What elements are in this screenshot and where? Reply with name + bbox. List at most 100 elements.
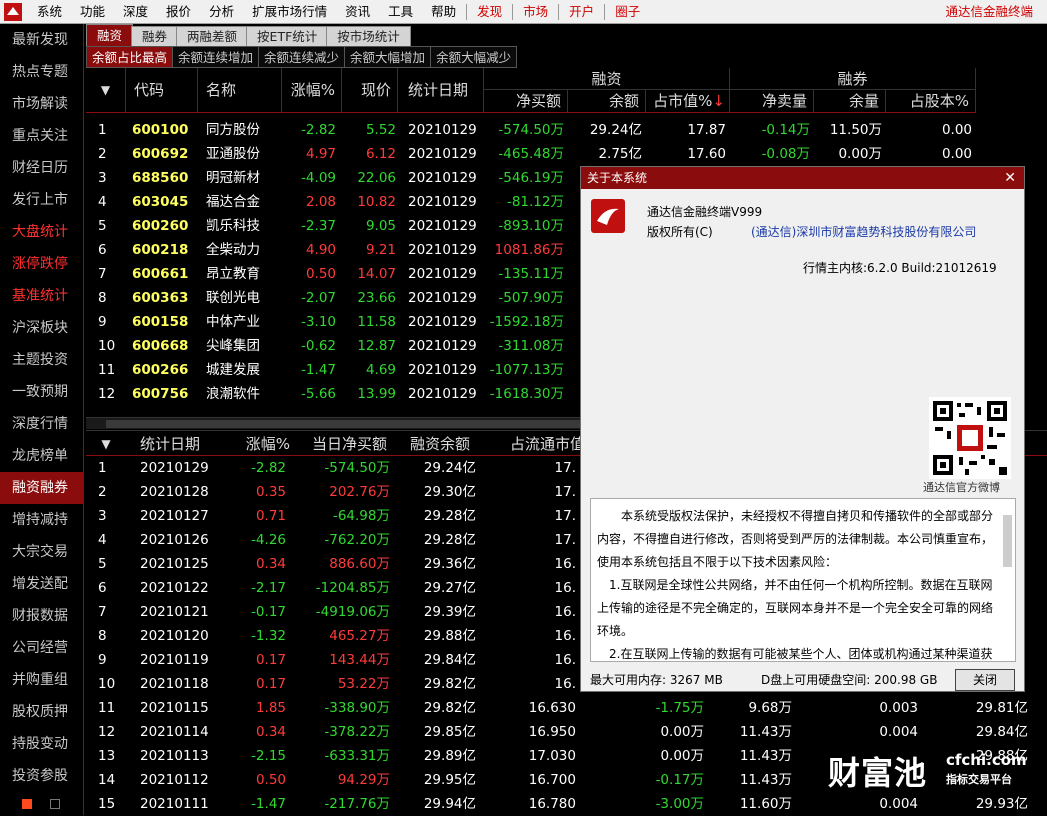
header-code[interactable]: 代码 xyxy=(126,68,198,113)
sidebar-item[interactable]: 增发送配 xyxy=(0,568,83,600)
cell-change: -4.26 xyxy=(251,532,286,548)
cell-net: -574.50万 xyxy=(324,460,390,476)
header-fin-bal[interactable]: 余额 xyxy=(568,90,646,113)
category-tab[interactable]: 按市场统计 xyxy=(326,26,411,46)
header-balance[interactable]: 融资余额 xyxy=(410,431,470,457)
cell-fin-bal: 29.24亿 xyxy=(589,122,642,138)
header-fin-mkt[interactable]: 占市值%↓ xyxy=(646,90,730,113)
header-net[interactable]: 当日净买额 xyxy=(312,431,387,457)
menu-item[interactable]: 圈子 xyxy=(606,0,649,24)
table-row[interactable]: 11 20210115 1.85 -338.90万 29.82亿 16.630 -1.75万… xyxy=(86,696,1047,720)
category-tab[interactable]: 融资 xyxy=(86,24,134,46)
cell-date: 20210129 xyxy=(408,314,477,330)
text-scrollbar[interactable] xyxy=(1003,515,1012,567)
menu-item[interactable]: 分析 xyxy=(200,0,243,24)
sidebar-item[interactable]: 沪深板块 xyxy=(0,312,83,344)
sidebar: 最新发现 热点专题 市场解读 重点关注 财经日历 发行上市 大盘统计 涨停跌停 基准统计 沪深板块… xyxy=(0,24,84,815)
sidebar-item[interactable]: 龙虎榜单 xyxy=(0,440,83,472)
table-row[interactable]: 2 600692 亚通股份 4.97 6.12 20210129 -465.48万 2.75亿… xyxy=(86,142,976,166)
menu-item[interactable]: 发现 xyxy=(468,0,511,24)
close-button[interactable]: 关闭 xyxy=(955,669,1015,691)
sidebar-item[interactable]: 热点专题 xyxy=(0,56,83,88)
cell-idx: 8 xyxy=(98,628,107,644)
menu-item[interactable]: 深度 xyxy=(114,0,157,24)
sidebar-item[interactable]: 大盘统计 xyxy=(0,216,83,248)
category-tab[interactable]: 融券 xyxy=(131,26,179,46)
license-text-box[interactable]: 本系统受版权法保护，未经授权不得擅自拷贝和传播软件的全部或部分内容，不得擅自进行… xyxy=(590,498,1016,662)
header-sec-net[interactable]: 净卖量 xyxy=(730,90,814,113)
menu-item[interactable]: 功能 xyxy=(71,0,114,24)
cell-mkt: 16. xyxy=(554,604,576,620)
header-sec-bal[interactable]: 余量 xyxy=(814,90,886,113)
menu-item[interactable]: 工具 xyxy=(379,0,422,24)
cell-net: -378.22万 xyxy=(324,724,390,740)
sidebar-item[interactable]: 大宗交易 xyxy=(0,536,83,568)
cell-change: -2.15 xyxy=(251,748,286,764)
menu-item[interactable]: 帮助 xyxy=(422,0,465,24)
sidebar-item[interactable]: 最新发现 xyxy=(0,24,83,56)
sidebar-item[interactable]: 并购重组 xyxy=(0,664,83,696)
header-group-securities: 融券 xyxy=(730,68,976,90)
sidebar-item[interactable]: 持股变动 xyxy=(0,728,83,760)
sidebar-item[interactable]: 基准统计 xyxy=(0,280,83,312)
header-mktcap[interactable]: 占流通市值 xyxy=(510,431,585,457)
layout-toggle-icon[interactable] xyxy=(22,799,32,809)
menu-item[interactable]: 市场 xyxy=(514,0,557,24)
header-date[interactable]: 统计日期 xyxy=(140,431,200,457)
category-tab[interactable]: 两融差额 xyxy=(176,26,249,46)
cell-idx: 11 xyxy=(98,700,116,716)
sidebar-item[interactable]: 深度行情 xyxy=(0,408,83,440)
cell-mkt: 16.950 xyxy=(528,724,576,740)
sidebar-item[interactable]: 公司经营 xyxy=(0,632,83,664)
sidebar-item[interactable]: 财经日历 xyxy=(0,152,83,184)
sort-menu-icon[interactable]: ▼ xyxy=(86,431,126,457)
sidebar-item[interactable]: 重点关注 xyxy=(0,120,83,152)
sidebar-item[interactable]: 涨停跌停 xyxy=(0,248,83,280)
layout-toggle-icon[interactable] xyxy=(50,799,60,809)
sidebar-item[interactable]: 市场解读 xyxy=(0,88,83,120)
menu-item[interactable]: 系统 xyxy=(28,0,71,24)
sidebar-item[interactable]: 投资参股 xyxy=(0,760,83,792)
app-title: 通达信金融终端 xyxy=(945,4,1033,19)
filter-tab[interactable]: 余额大幅减少 xyxy=(430,46,518,68)
cell-idx: 9 xyxy=(98,314,107,330)
sidebar-item[interactable]: 一致预期 xyxy=(0,376,83,408)
table-row[interactable]: 12 20210114 0.34 -378.22万 29.85亿 16.950 0.00万 1… xyxy=(86,720,1047,744)
sidebar-item[interactable]: 主题投资 xyxy=(0,344,83,376)
header-name[interactable]: 名称 xyxy=(198,68,282,113)
sidebar-item[interactable]: 融资融券 xyxy=(0,472,83,504)
filter-tab[interactable]: 余额大幅增加 xyxy=(344,46,431,68)
cell-bal: 29.82亿 xyxy=(423,676,476,692)
sidebar-item[interactable]: 增持减持 xyxy=(0,504,83,536)
header-date[interactable]: 统计日期 xyxy=(398,68,484,113)
table-row[interactable]: 15 20210111 -1.47 -217.76万 29.94亿 16.780 -3.00… xyxy=(86,792,1047,816)
app-logo-icon[interactable] xyxy=(2,1,24,23)
sidebar-item[interactable]: 发行上市 xyxy=(0,184,83,216)
table-row[interactable]: 1 600100 同方股份 -2.82 5.52 20210129 -574.50万 29.2… xyxy=(86,118,976,142)
cell-date: 20210129 xyxy=(408,146,477,162)
sidebar-item[interactable]: 财报数据 xyxy=(0,600,83,632)
filter-tab[interactable]: 余额连续减少 xyxy=(258,46,345,68)
cell-bal: 29.24亿 xyxy=(423,460,476,476)
close-icon[interactable]: ✕ xyxy=(1004,167,1016,189)
sidebar-item[interactable]: 股权质押 xyxy=(0,696,83,728)
menu-item[interactable]: 资讯 xyxy=(336,0,379,24)
filter-tab[interactable]: 余额占比最高 xyxy=(86,46,173,68)
menu-item[interactable]: 报价 xyxy=(157,0,200,24)
category-tab[interactable]: 按ETF统计 xyxy=(246,26,329,46)
sort-menu-icon[interactable]: ▼ xyxy=(86,68,126,113)
header-price[interactable]: 现价 xyxy=(342,68,398,113)
cell-idx: 4 xyxy=(98,194,107,210)
cell-mkt: 16. xyxy=(554,556,576,572)
header-fin-net[interactable]: 净买额 xyxy=(484,90,568,113)
cell-price: 11.58 xyxy=(357,314,396,330)
menu-item[interactable]: 开户 xyxy=(560,0,603,24)
header-change[interactable]: 涨幅% xyxy=(282,68,342,113)
sidebar-footer xyxy=(22,799,60,809)
header-change[interactable]: 涨幅% xyxy=(242,431,290,457)
cell-idx: 4 xyxy=(98,532,107,548)
filter-tab[interactable]: 余额连续增加 xyxy=(172,46,259,68)
header-sec-share[interactable]: 占股本% xyxy=(886,90,976,113)
company-link[interactable]: (通达信)深圳市财富趋势科技股份有限公司 xyxy=(751,223,976,240)
menu-item[interactable]: 扩展市场行情 xyxy=(243,0,336,24)
